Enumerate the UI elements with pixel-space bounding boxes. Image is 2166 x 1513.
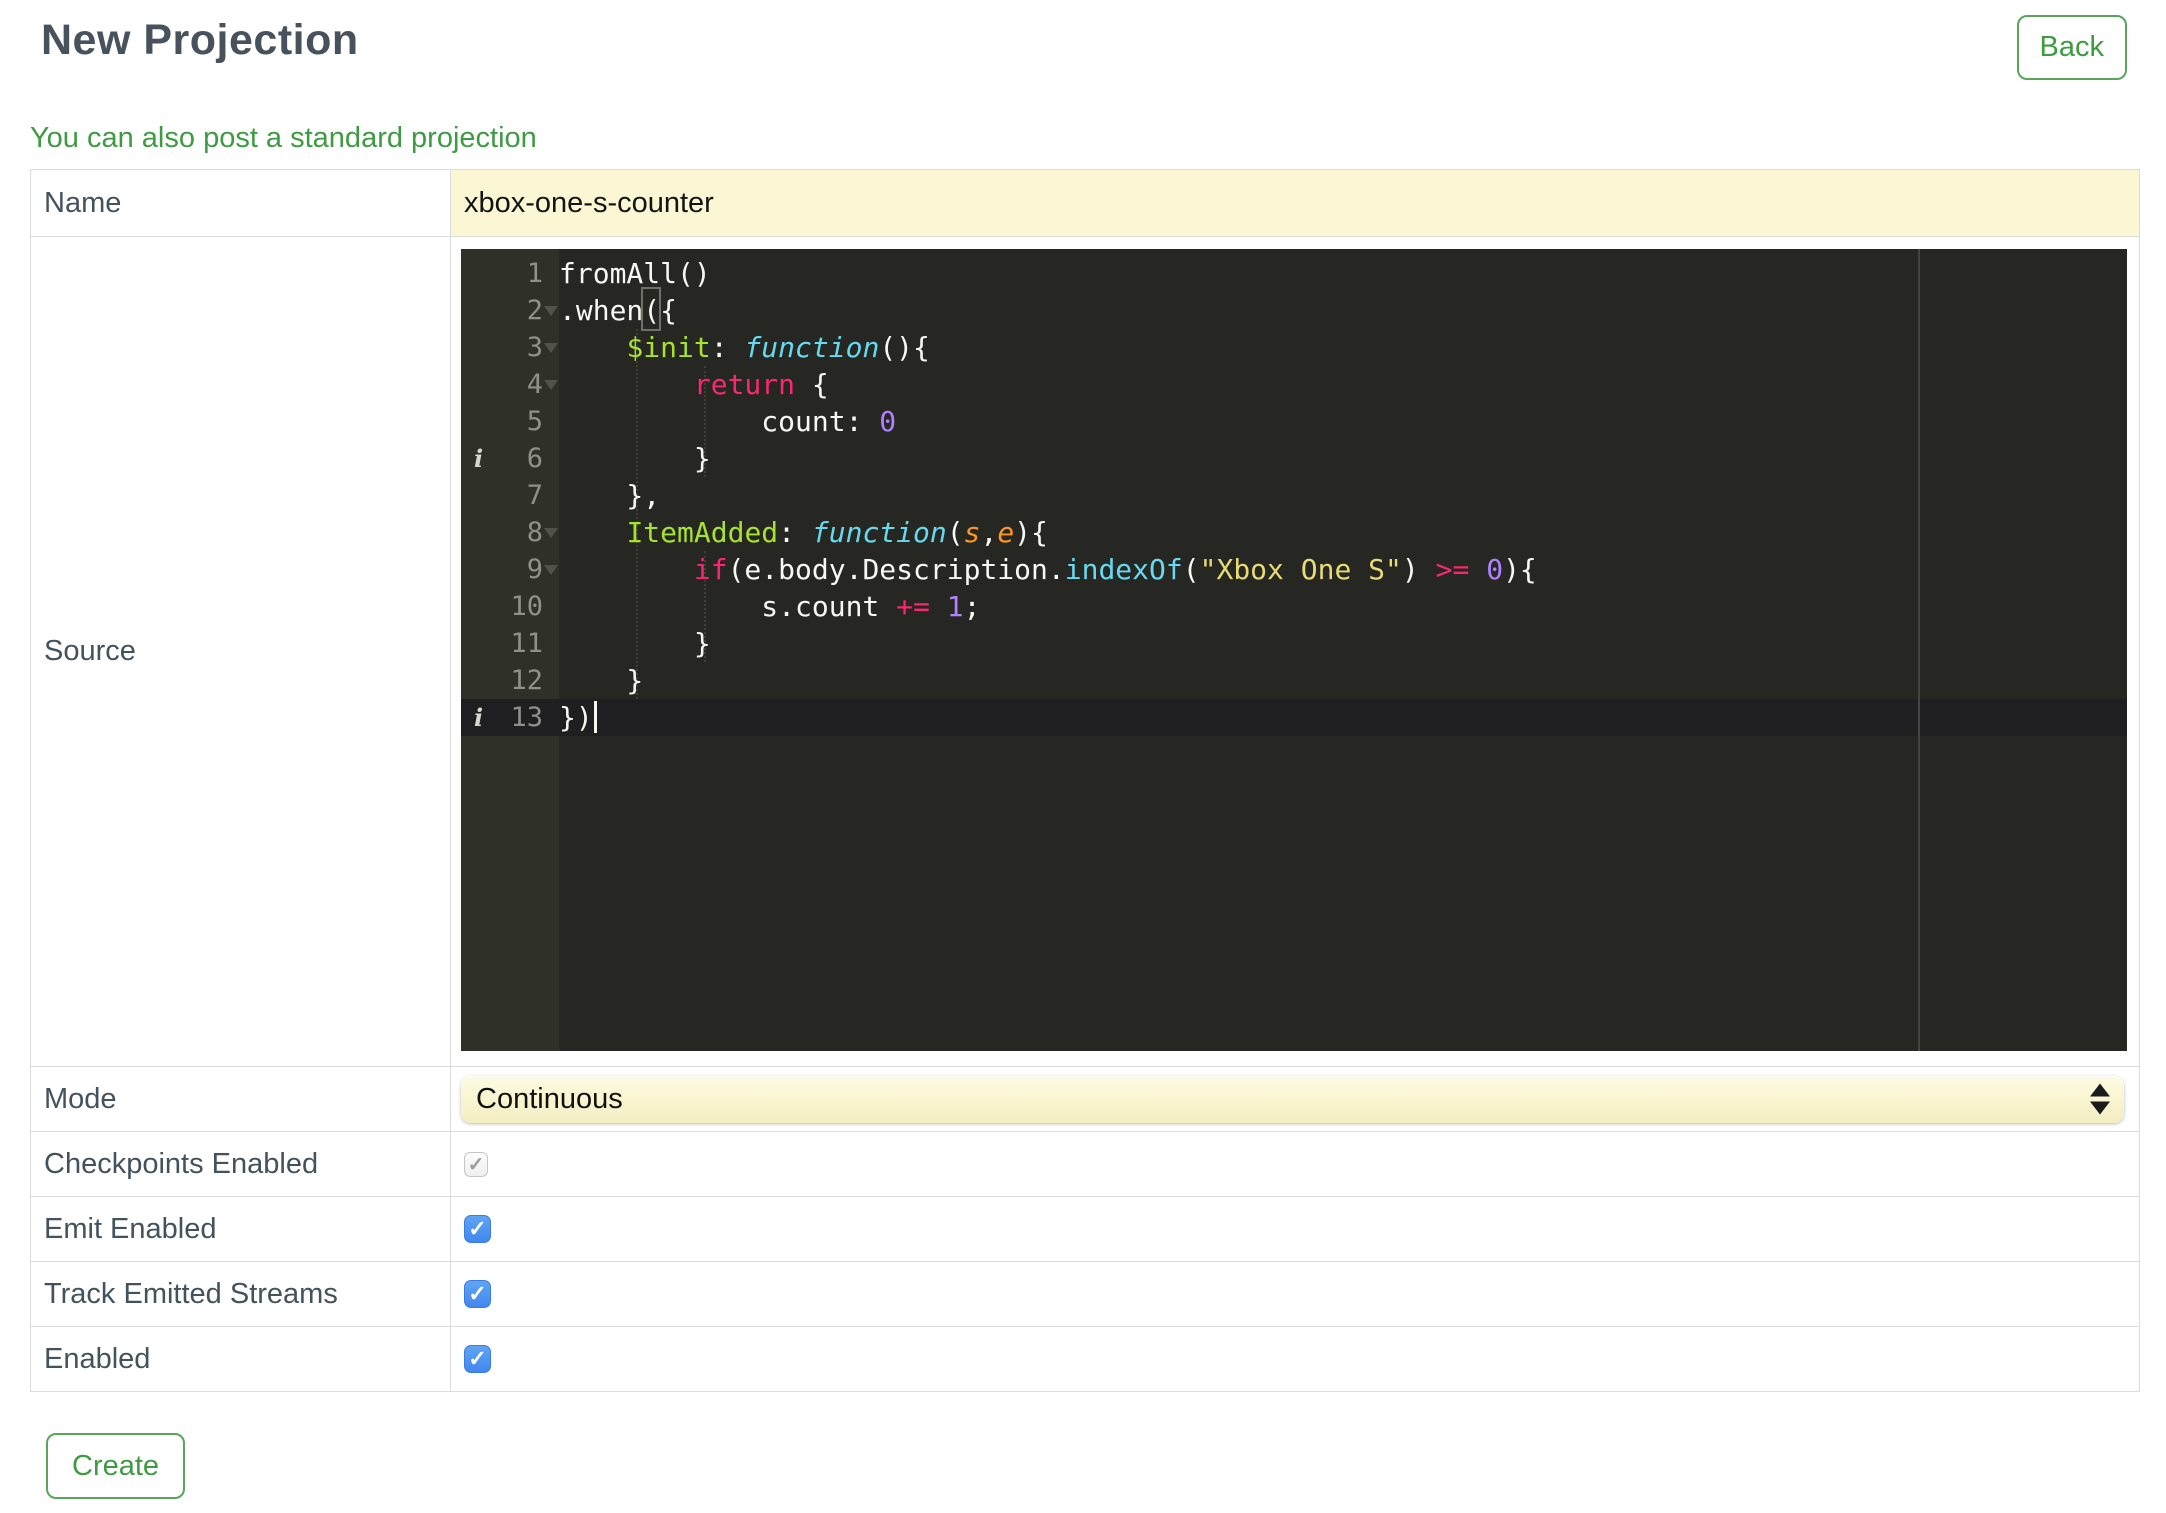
code-text: return {: [693, 368, 829, 401]
line-number: 3: [461, 329, 559, 366]
name-label: Name: [31, 170, 451, 236]
code-editor[interactable]: 1 fromAll() 2 .when({3 $init: function(){4 …: [461, 249, 2127, 1051]
code-text: }: [559, 664, 644, 697]
name-row: Name: [31, 170, 2139, 236]
code-text: fromAll(): [559, 257, 711, 290]
checkpoints-row: Checkpoints Enabled ✓: [31, 1131, 2139, 1196]
code-line[interactable]: i 13}): [461, 699, 2127, 736]
code-text: s.count += 1;: [559, 590, 981, 623]
enabled-row: Enabled ✓: [31, 1326, 2139, 1391]
fold-toggle-icon[interactable]: [544, 306, 558, 316]
page-title: New Projection: [41, 16, 359, 64]
emit-label: Emit Enabled: [31, 1197, 451, 1261]
code-text: if(e.body.Description.indexOf("Xbox One …: [693, 553, 1537, 586]
page-header: New Projection Back: [0, 0, 2166, 100]
select-stepper-icon: [2090, 1083, 2110, 1115]
line-number: 5: [526, 406, 543, 437]
code-line[interactable]: 3 $init: function(){: [461, 329, 2127, 366]
emit-value-cell: ✓: [451, 1197, 2139, 1261]
track-checkbox[interactable]: ✓: [464, 1280, 491, 1308]
line-number: i6: [461, 440, 559, 477]
line-number: 2: [461, 292, 559, 329]
text-cursor: [593, 701, 597, 733]
code-line[interactable]: 9 if(e.body.Description.indexOf("Xbox On…: [461, 551, 2127, 588]
name-value-cell: [451, 170, 2139, 236]
line-number: 7: [526, 480, 543, 511]
print-margin-line: [1918, 249, 1920, 1051]
mode-row: Mode Continuous: [31, 1066, 2139, 1131]
fold-toggle-icon[interactable]: [544, 380, 558, 390]
code-line[interactable]: 7 },: [461, 477, 2127, 514]
mode-select[interactable]: Continuous: [461, 1075, 2124, 1123]
info-annotation-icon: i: [474, 444, 484, 473]
code-line[interactable]: 4 return {: [461, 366, 2127, 403]
code-text: }: [559, 627, 711, 660]
create-button[interactable]: Create: [46, 1433, 186, 1499]
source-label: Source: [31, 237, 451, 1066]
line-number: 9: [461, 551, 559, 588]
line-number: 10: [510, 591, 543, 622]
enabled-checkbox[interactable]: ✓: [464, 1345, 491, 1373]
projection-form-table: Name Source 1 fromAll()2.when({3 $init: f…: [30, 169, 2140, 1392]
code-line[interactable]: i6 }: [461, 440, 2127, 477]
code-text: count: 0: [559, 405, 897, 438]
emit-row: Emit Enabled ✓: [31, 1196, 2139, 1261]
track-label: Track Emitted Streams: [31, 1262, 451, 1326]
code-text: ItemAdded: function(s,e){: [626, 516, 1048, 549]
emit-checkbox[interactable]: ✓: [464, 1215, 491, 1243]
source-value-cell: 1 fromAll() 2 .when({3 $init: function(){4 …: [451, 237, 2139, 1066]
code-text: },: [559, 479, 661, 512]
line-number: 4: [461, 366, 559, 403]
track-value-cell: ✓: [451, 1262, 2139, 1326]
checkpoints-value-cell: ✓: [451, 1132, 2139, 1196]
code-line[interactable]: 2 .when({: [461, 292, 2127, 329]
line-number: 12: [510, 665, 543, 696]
line-number: 1: [526, 258, 543, 289]
info-annotation-icon: i: [474, 703, 484, 732]
name-input[interactable]: [451, 170, 2139, 236]
code-line[interactable]: 5 count: 0: [461, 403, 2127, 440]
mode-value-cell: Continuous: [451, 1067, 2139, 1131]
fold-toggle-icon[interactable]: [544, 343, 558, 353]
code-text: .when({: [559, 294, 678, 327]
code-text: }: [559, 442, 711, 475]
track-row: Track Emitted Streams ✓: [31, 1261, 2139, 1326]
code-line[interactable]: 10 s.count += 1;: [461, 588, 2127, 625]
source-row: Source 1 fromAll() 2 .when({3 $init: functi…: [31, 236, 2139, 1066]
line-number: 11: [510, 628, 543, 659]
fold-toggle-icon[interactable]: [544, 528, 558, 538]
code-line[interactable]: 12 }: [461, 662, 2127, 699]
line-number: 8: [461, 514, 559, 551]
code-lines: 1 fromAll() 2 .when({3 $init: function(){4 …: [461, 249, 2127, 736]
back-button[interactable]: Back: [2016, 15, 2127, 80]
fold-toggle-icon[interactable]: [544, 565, 558, 575]
mode-label: Mode: [31, 1067, 451, 1131]
checkpoints-label: Checkpoints Enabled: [31, 1132, 451, 1196]
code-line[interactable]: 8 ItemAdded: function(s,e){: [461, 514, 2127, 551]
checkpoints-checkbox: ✓: [464, 1151, 488, 1177]
code-text: $init: function(){: [626, 331, 930, 364]
code-text: }): [559, 699, 2127, 736]
mode-selected-value: Continuous: [476, 1082, 623, 1115]
enabled-value-cell: ✓: [451, 1327, 2139, 1391]
code-line[interactable]: 1 fromAll(): [461, 255, 2127, 292]
enabled-label: Enabled: [31, 1327, 451, 1391]
standard-projection-link[interactable]: You can also post a standard projection: [30, 122, 537, 155]
line-number: i 13: [461, 699, 559, 736]
code-line[interactable]: 11 }: [461, 625, 2127, 662]
